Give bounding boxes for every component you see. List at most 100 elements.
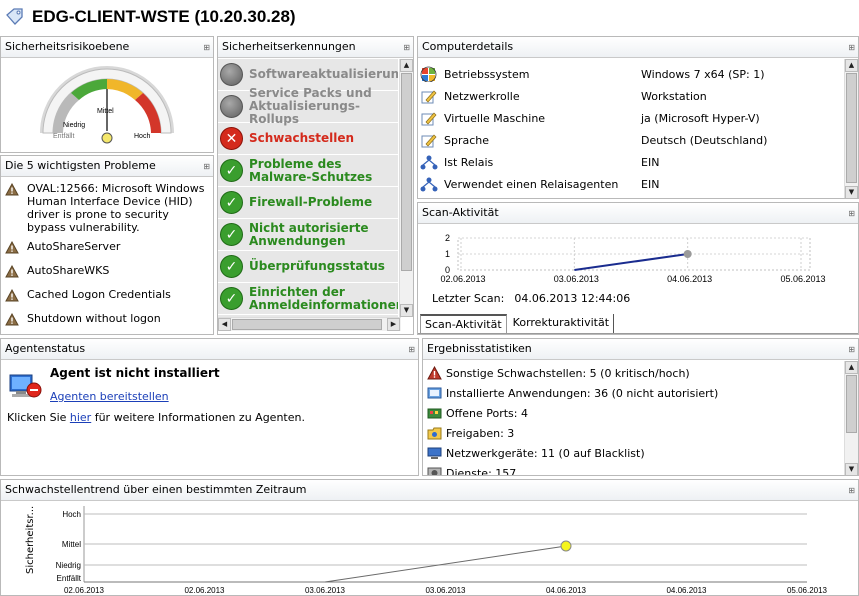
result-stat-item[interactable]: Installierte Anwendungen: 36 (0 nicht au… [423, 383, 843, 403]
result-stat-item[interactable]: Freigaben: 3 [423, 423, 843, 443]
problem-item[interactable]: OVAL:12566: Microsoft Windows Human Inte… [1, 180, 213, 238]
security-item[interactable]: ✓ Probleme des Malware-Schutzes [218, 155, 398, 187]
top-problems-panel: Die 5 wichtigsten Probleme ⊞ OVAL:12566: … [0, 155, 214, 335]
scroll-down-button[interactable]: ▼ [845, 186, 858, 198]
security-item-label: Nicht autorisierte Anwendungen [249, 220, 369, 248]
result-stat-item[interactable]: Dienste: 157 [423, 463, 843, 475]
problem-text: Shutdown without logon [27, 312, 161, 325]
status-gray-icon [220, 95, 243, 118]
trend-x-tick: 04.06.2013 [546, 586, 587, 595]
scroll-down-button[interactable]: ▼ [845, 463, 858, 475]
tab-correction-activity[interactable]: Korrekturaktivität [508, 314, 615, 333]
pin-icon[interactable]: ⊞ [848, 481, 855, 501]
pin-icon[interactable]: ⊞ [403, 38, 410, 58]
security-list: Softwareaktualisierungen Service Packs un… [218, 59, 398, 317]
result-stat-item[interactable]: Netzwerkgeräte: 11 (0 auf Blacklist) [423, 443, 843, 463]
pin-icon[interactable]: ⊞ [848, 204, 855, 224]
details-list: Betriebssystem Windows 7 x64 (SP: 1) Netzw… [418, 63, 843, 195]
scan-y-tick: 1 [445, 249, 450, 259]
security-item-label: Überprüfungsstatus [249, 259, 385, 273]
security-hscrollbar[interactable]: ◀ ▶ [218, 317, 401, 331]
risk-level-panel: Sicherheitsrisikoebene ⊞ Mittel Niedrig E… [0, 36, 214, 153]
problem-item[interactable]: Cached Logon Credentials [1, 286, 213, 310]
agent-info-link[interactable]: hier [70, 411, 91, 424]
security-item[interactable]: ✕ Schwachstellen [218, 123, 398, 155]
detail-value: EIN [641, 155, 660, 169]
scan-panel-title: Scan-Aktivität [422, 206, 499, 219]
result-stat-item[interactable]: Offene Ports: 4 [423, 403, 843, 423]
scroll-down-button[interactable]: ▼ [400, 304, 413, 317]
check-icon: ✓ [220, 223, 243, 246]
warning-icon [5, 289, 19, 302]
scroll-up-button[interactable]: ▲ [845, 361, 858, 374]
trend-x-tick: 04.06.2013 [666, 586, 707, 595]
vulnerability-trend-panel: Schwachstellentrend über einen bestimmte… [0, 479, 859, 596]
scroll-thumb[interactable] [846, 73, 857, 183]
security-panel-title: Sicherheitserkennungen [222, 40, 356, 53]
detail-row: Virtuelle Maschine ja (Microsoft Hyper-V) [418, 107, 843, 129]
scroll-thumb[interactable] [401, 73, 412, 271]
error-icon: ✕ [220, 127, 243, 150]
trend-y-tick: Entfällt [57, 574, 82, 583]
problem-item[interactable]: Shutdown without logon [1, 310, 213, 334]
risk-panel-title: Sicherheitsrisikoebene [5, 40, 130, 53]
scroll-up-button[interactable]: ▲ [400, 59, 413, 72]
pin-icon[interactable]: ⊞ [203, 157, 210, 177]
pin-icon[interactable]: ⊞ [848, 340, 855, 360]
problem-item[interactable]: AutoShareWKS [1, 262, 213, 286]
security-item[interactable]: ✓ Einrichten der Anmeldeinformationen [218, 283, 398, 315]
security-item-label: Probleme des Malware-Schutzes [249, 156, 373, 184]
security-vscrollbar[interactable]: ▲ ▼ [399, 59, 413, 317]
computer-details-panel: Computerdetails ⊞ Betriebssystem Windows 7… [417, 36, 859, 199]
panel-title: Scan-Aktivität ⊞ [418, 203, 858, 224]
pin-icon[interactable]: ⊞ [408, 340, 415, 360]
detail-row: Ist Relais EIN [418, 151, 843, 173]
tab-underline [418, 333, 858, 334]
scroll-thumb[interactable] [846, 375, 857, 433]
warning-icon [5, 241, 19, 254]
problem-text: AutoShareWKS [27, 264, 110, 277]
details-vscrollbar[interactable]: ▲ ▼ [844, 59, 858, 198]
result-stat-text: Offene Ports: 4 [446, 406, 528, 420]
warning-icon [5, 265, 19, 278]
relay-icon [420, 177, 438, 192]
agent-panel-title: Agentenstatus [5, 342, 86, 355]
panel-title: Sicherheitsrisikoebene ⊞ [1, 37, 213, 58]
result-stat-item[interactable]: Sonstige Schwachstellen: 5 (0 kritisch/h… [423, 363, 843, 383]
pin-icon[interactable]: ⊞ [848, 38, 855, 58]
agent-info-text: Klicken Sie hier für weitere Information… [7, 411, 305, 424]
check-icon: ✓ [220, 159, 243, 182]
pin-icon[interactable]: ⊞ [203, 38, 210, 58]
trend-x-tick: 03.06.2013 [425, 586, 466, 595]
relay-icon [420, 155, 438, 170]
scroll-left-button[interactable]: ◀ [218, 318, 231, 331]
gauge-label-hoch: Hoch [134, 133, 150, 140]
trend-x-tick: 02.06.2013 [64, 586, 105, 595]
results-vscrollbar[interactable]: ▲ ▼ [844, 361, 858, 475]
security-item[interactable]: ✓ Nicht autorisierte Anwendungen [218, 219, 398, 251]
hscroll-thumb[interactable] [232, 319, 382, 330]
detail-key: Verwendet einen Relaisagenten [444, 177, 619, 191]
agent-info-after: für weitere Informationen zu Agenten. [91, 411, 305, 424]
scroll-right-button[interactable]: ▶ [387, 318, 400, 331]
risk-gauge: Mittel Niedrig Entfällt Hoch [40, 66, 174, 144]
scroll-up-button[interactable]: ▲ [845, 59, 858, 72]
security-item-label: Softwareaktualisierungen [249, 67, 398, 81]
problem-item[interactable]: AutoShareServer [1, 238, 213, 262]
gauge-label-entfaellt: Entfällt [53, 133, 74, 140]
trend-data-point [560, 540, 572, 552]
edit-icon [421, 90, 437, 104]
last-scan-value: 04.06.2013 12:44:06 [514, 292, 631, 305]
detail-value: EIN [641, 177, 660, 191]
security-item[interactable]: ✓ Überprüfungsstatus [218, 251, 398, 283]
deploy-agent-link[interactable]: Agenten bereitstellen [50, 390, 169, 403]
check-icon: ✓ [220, 191, 243, 214]
vulnerability-trend-chart: Entfällt Niedrig Mittel Hoch 02.06.2013 02.06… [56, 506, 828, 595]
scan-x-tick: 05.06.2013 [780, 274, 825, 284]
tab-scan-activity[interactable]: Scan-Aktivität [420, 314, 507, 333]
computer-warning-icon [9, 374, 42, 398]
agent-status-panel: Agentenstatus ⊞ Agent ist nicht installie… [0, 338, 419, 476]
check-icon: ✓ [220, 255, 243, 278]
security-item[interactable]: ✓ Firewall-Probleme [218, 187, 398, 219]
security-item[interactable]: Service Packs und Aktualisierungs-Rollup… [218, 87, 398, 126]
